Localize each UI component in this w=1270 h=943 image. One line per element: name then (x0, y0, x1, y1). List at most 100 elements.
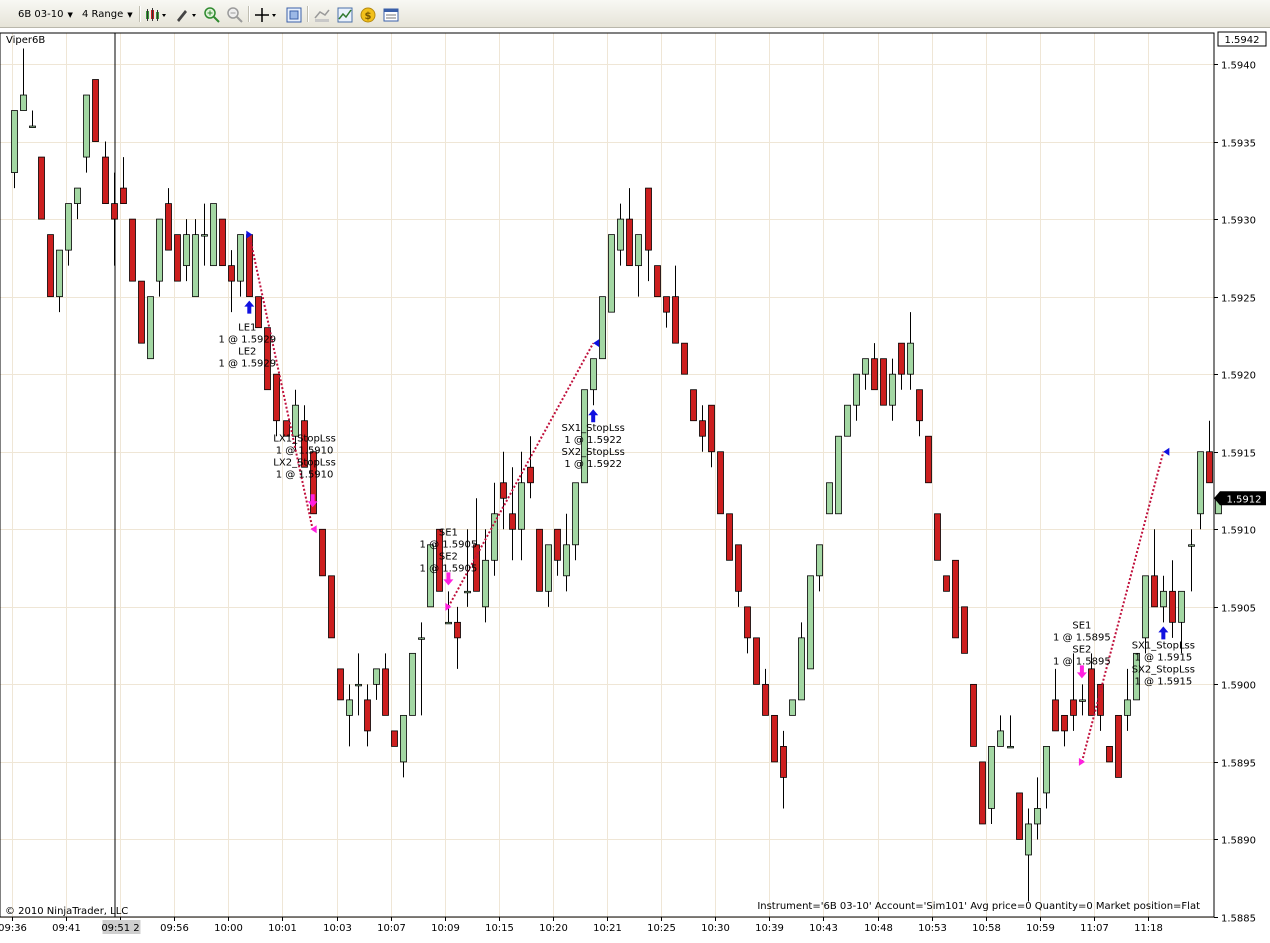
candle (635, 234, 642, 297)
candle (1188, 529, 1195, 592)
candle (20, 48, 27, 111)
price-tick-label: 1.5890 (1221, 836, 1256, 847)
crosshair-button[interactable] (253, 5, 277, 23)
candle (735, 544, 742, 607)
candle (1115, 714, 1122, 778)
arrow-up-shape (244, 300, 255, 314)
time-tick-label: 10:07 (377, 923, 406, 934)
down-candle (138, 280, 145, 344)
trade-label: 1 @ 1.5905 (420, 563, 478, 574)
up-candle (183, 234, 190, 267)
candle (210, 203, 217, 267)
price-top-label: 1.5942 (1225, 35, 1260, 46)
down-candle (672, 296, 679, 344)
instrument-selector[interactable]: 6B 03-10 ▼ (14, 6, 77, 24)
down-candle (1070, 699, 1077, 716)
candle (816, 544, 823, 592)
time-tick-label: 11:18 (1134, 923, 1163, 934)
zoom-out-button[interactable] (225, 5, 243, 23)
up-candle (346, 699, 353, 716)
up-candle (1079, 699, 1086, 702)
arrow-up-icon (244, 300, 255, 314)
indicators-button[interactable] (335, 5, 353, 23)
candle (1106, 746, 1113, 763)
down-candle (699, 420, 706, 437)
down-candle (726, 513, 733, 561)
trade-label: SE2 (1072, 644, 1091, 655)
down-candle (165, 203, 172, 251)
down-candle (273, 373, 280, 422)
down-candle (961, 606, 968, 654)
data-box-button[interactable] (381, 5, 399, 23)
time-tick-label: 10:53 (918, 923, 947, 934)
down-candle (771, 714, 778, 763)
candle (527, 436, 534, 499)
candle (319, 528, 326, 577)
candle (56, 249, 63, 313)
zoom-in-icon (204, 7, 220, 23)
down-candle (708, 404, 715, 453)
candle (545, 544, 552, 607)
candle (880, 358, 887, 406)
price-tick-label: 1.5905 (1221, 604, 1256, 615)
trade-label: SX2_StopLss (1132, 664, 1195, 675)
up-candle (400, 714, 407, 763)
templates-icon (314, 9, 330, 22)
crosshair-icon (255, 8, 276, 22)
properties-button[interactable] (284, 5, 302, 23)
down-candle (228, 265, 235, 282)
candlestick-icon (146, 8, 166, 21)
arrow-up-icon (588, 409, 599, 423)
drawing-tools-button[interactable] (173, 5, 197, 23)
candle (409, 652, 416, 716)
strategies-button[interactable]: $ (358, 5, 376, 23)
candle (979, 761, 986, 825)
period-selector[interactable]: 4 Range ▼ (78, 6, 137, 24)
candle (835, 435, 842, 515)
candle (663, 296, 670, 328)
chart-gridlines (0, 33, 1214, 918)
up-candle (237, 234, 244, 282)
up-candle (807, 575, 814, 670)
bar-type-button[interactable] (143, 5, 167, 23)
price-tick-label: 1.5915 (1221, 449, 1256, 460)
trade-connector (248, 234, 314, 530)
candle (789, 699, 796, 716)
chevron-down-icon: ▼ (127, 11, 133, 19)
down-candle (1016, 792, 1023, 840)
copyright-text: © 2010 NinjaTrader, LLC (5, 906, 128, 917)
time-tick-label: 10:59 (1026, 923, 1055, 934)
candle (961, 606, 968, 654)
candle (38, 156, 45, 220)
candle (228, 250, 235, 313)
candle (391, 730, 398, 747)
up-candle (210, 203, 217, 267)
candle (1061, 714, 1068, 747)
up-candle (1160, 590, 1167, 608)
down-candle (690, 389, 697, 422)
time-tick-label: 10:21 (593, 923, 622, 934)
up-candle (156, 218, 163, 282)
candle (1197, 451, 1204, 530)
zoom-in-button[interactable] (202, 5, 220, 23)
chart-canvas[interactable]: LE11 @ 1.5929LE21 @ 1.5929LX1_StopLss1 @… (0, 29, 1270, 943)
trade-label: 1 @ 1.5910 (276, 445, 334, 456)
down-candle (880, 358, 887, 406)
up-candle (608, 234, 615, 313)
toolbar-separator (307, 6, 309, 22)
candle (129, 218, 136, 282)
trade-label: LX2_StopLss (273, 457, 336, 468)
templates-button[interactable] (312, 5, 330, 23)
trade-label: 1 @ 1.5895 (1053, 656, 1111, 667)
down-candle (536, 528, 543, 592)
price-tick-label: 1.5910 (1221, 526, 1256, 537)
candle (554, 528, 561, 576)
down-candle (934, 513, 941, 561)
time-tick-label: 10:03 (323, 923, 352, 934)
down-candle (382, 668, 389, 716)
down-candle (1115, 714, 1122, 778)
up-candle (65, 203, 72, 251)
up-candle (482, 559, 489, 608)
up-candle (1025, 823, 1032, 856)
down-candle (500, 482, 507, 499)
